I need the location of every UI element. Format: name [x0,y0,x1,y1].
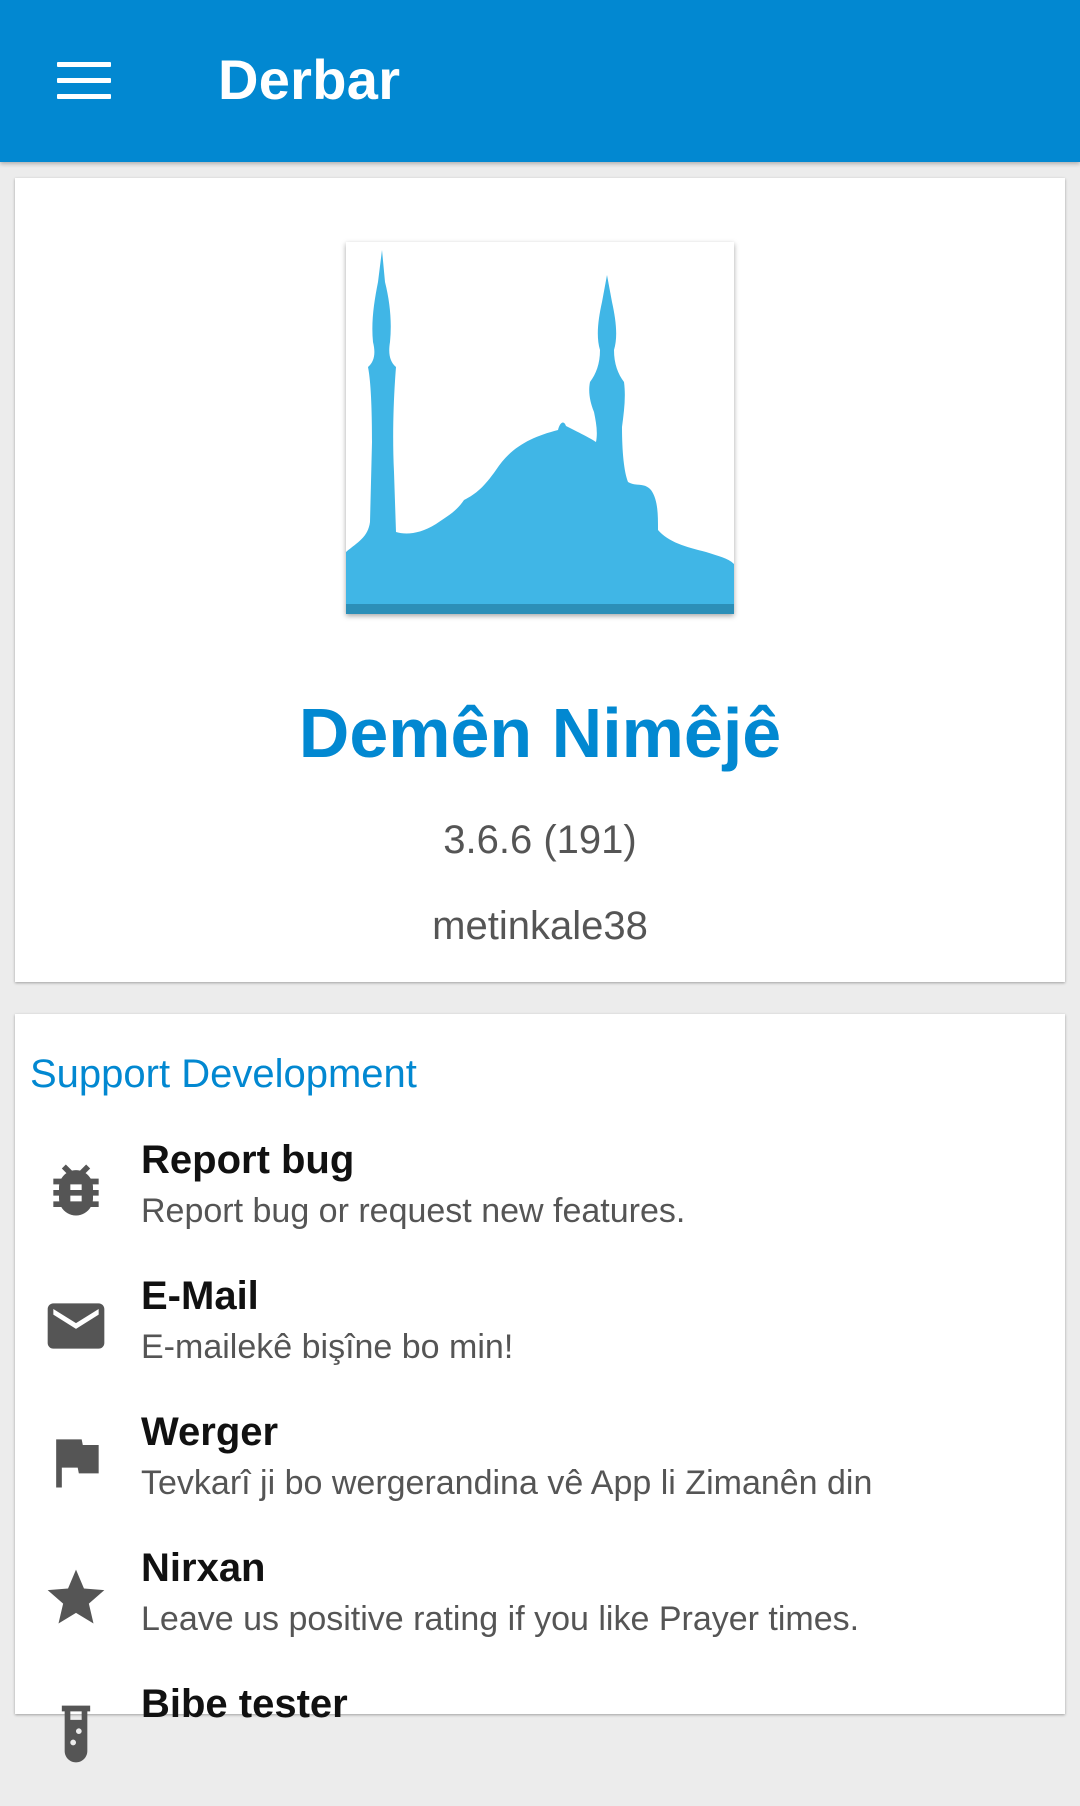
section-title: Support Development [30,1052,417,1096]
app-name: Demên Nimêjê [298,694,782,772]
email-item[interactable]: E-Mail E-mailekê bişîne bo min! [15,1270,1065,1398]
item-title: Nirxan [141,1546,266,1590]
item-subtitle: Tevkarî ji bo wergerandina vê App li Zim… [141,1464,873,1502]
item-subtitle: Report bug or request new features. [141,1192,686,1230]
hamburger-menu-icon[interactable] [40,36,128,124]
beta-tester-item[interactable]: Bibe tester [15,1678,1065,1806]
beta-icon [42,1700,110,1768]
app-bar: Derbar [0,0,1080,162]
about-card: Demên Nimêjê 3.6.6 (191) metinkale38 [15,178,1065,982]
menu-line [57,61,111,67]
menu-line [57,93,111,99]
item-title: Bibe tester [141,1682,348,1726]
flag-icon [42,1428,110,1496]
translate-item[interactable]: Werger Tevkarî ji bo wergerandina vê App… [15,1406,1065,1534]
app-version: 3.6.6 (191) [443,818,637,862]
bug-icon [42,1156,110,1224]
mosque-icon [346,242,734,614]
support-card: Support Development Report bug Report bu… [15,1014,1065,1763]
email-icon [42,1292,110,1360]
item-title: Report bug [141,1138,355,1182]
report-bug-item[interactable]: Report bug Report bug or request new fea… [15,1134,1065,1262]
item-subtitle: E-mailekê bişîne bo min! [141,1328,514,1366]
item-subtitle: Leave us positive rating if you like Pra… [141,1600,860,1638]
item-title: E-Mail [141,1274,259,1318]
rate-item[interactable]: Nirxan Leave us positive rating if you l… [15,1542,1065,1670]
app-author: metinkale38 [432,904,648,948]
page-title: Derbar [218,48,401,111]
menu-line [57,77,111,83]
item-title: Werger [141,1410,279,1454]
star-icon [42,1564,110,1632]
